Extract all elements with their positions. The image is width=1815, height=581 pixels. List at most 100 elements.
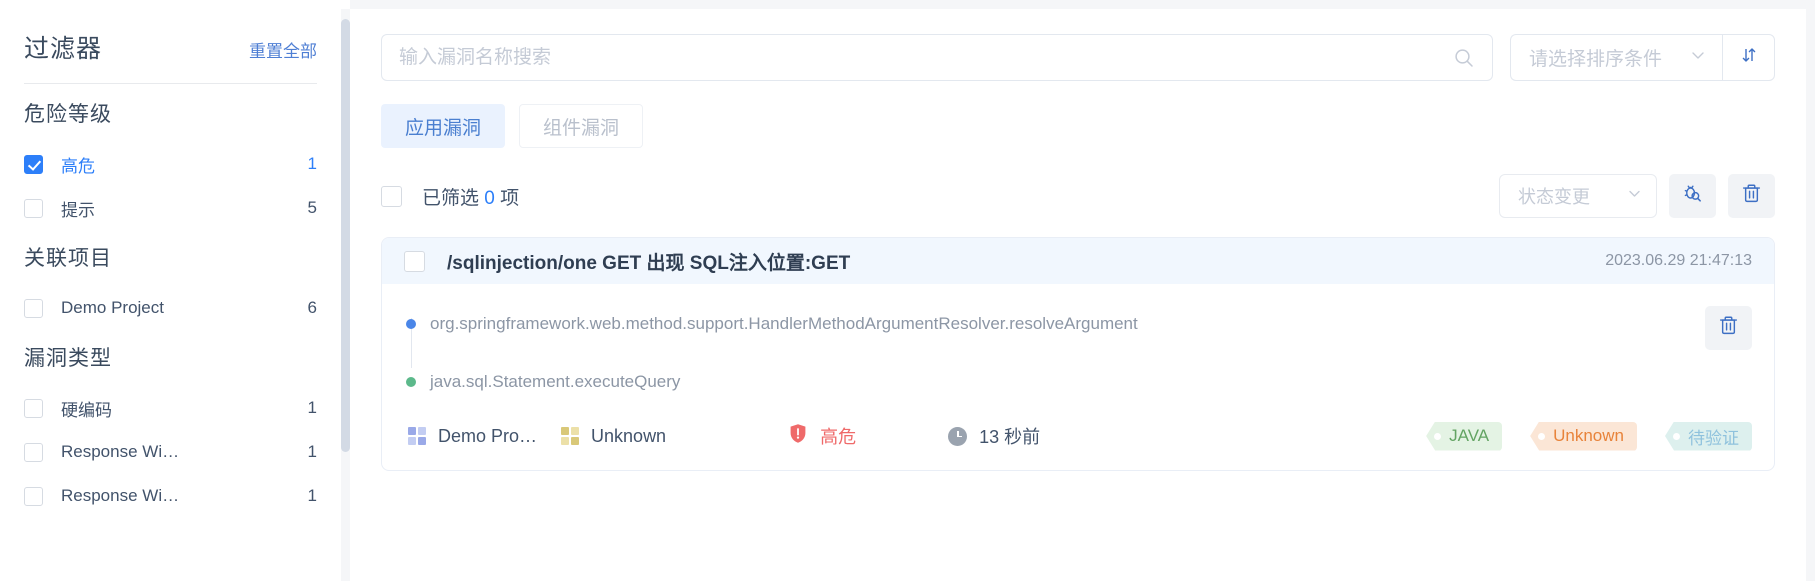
header-divider <box>24 83 317 84</box>
filtered-count-value: 0 <box>484 187 495 209</box>
filter-sidebar: 过滤器 重置全部 危险等级 高危 1 提示 5 关联项目 Demo Projec… <box>0 9 341 581</box>
search-icon <box>1453 47 1475 69</box>
sort-order-button[interactable] <box>1722 34 1775 81</box>
grid-icon <box>561 427 580 445</box>
filter-item-info[interactable]: 提示 5 <box>24 188 317 228</box>
vulnerability-meta-row: Demo Pro… Unknown 高危 13 秒前 JAVA Unknown … <box>406 420 1752 452</box>
tab-app-vulnerability[interactable]: 应用漏洞 <box>381 104 506 148</box>
sort-updown-icon <box>1739 45 1759 70</box>
filter-group-title-severity: 危险等级 <box>24 103 112 126</box>
bulk-delete-button[interactable] <box>1728 174 1775 218</box>
filter-item-high-risk[interactable]: 高危 1 <box>24 144 317 184</box>
main-content: 请选择排序条件 <box>350 9 1806 581</box>
meta-severity-label: 高危 <box>820 427 857 447</box>
trace-source-dot <box>406 319 416 329</box>
app-root: 过滤器 重置全部 危险等级 高危 1 提示 5 关联项目 Demo Projec… <box>0 0 1815 581</box>
filter-item-count: 6 <box>307 298 317 317</box>
filter-item-response-1[interactable]: Response Wi… 1 <box>24 432 317 472</box>
trash-icon <box>1740 182 1763 210</box>
checkbox-info[interactable] <box>24 198 43 218</box>
filter-item-label: Response Wi… <box>61 442 180 461</box>
filter-item-hardcode[interactable]: 硬编码 1 <box>24 388 317 428</box>
sidebar-container: 过滤器 重置全部 危险等级 高危 1 提示 5 关联项目 Demo Projec… <box>0 0 350 581</box>
vulnerability-card-header: /sqlinjection/one GET 出现 SQL注入位置:GET 202… <box>382 238 1774 284</box>
clock-icon <box>948 426 968 446</box>
trash-icon <box>1717 314 1740 342</box>
filter-item-count: 5 <box>307 198 317 217</box>
stack-trace-text: org.springframework.web.method.support.H… <box>430 314 1138 333</box>
stack-trace-list: org.springframework.web.method.support.H… <box>406 306 1752 400</box>
tag-language: JAVA <box>1426 421 1503 451</box>
vulnerability-timestamp: 2023.06.29 21:47:13 <box>1605 252 1752 269</box>
filter-item-count: 1 <box>307 398 317 417</box>
checkbox-high-risk[interactable] <box>24 154 43 174</box>
sort-condition-select[interactable]: 请选择排序条件 <box>1510 34 1722 81</box>
checkbox-hardcode[interactable] <box>24 398 43 418</box>
tab-component-vulnerability[interactable]: 组件漏洞 <box>519 104 644 148</box>
search-input[interactable] <box>399 46 1453 69</box>
filter-item-label: 高危 <box>61 156 95 176</box>
rescan-button[interactable] <box>1669 174 1716 218</box>
right-margin <box>1806 0 1815 581</box>
stack-trace-item: java.sql.Statement.executeQuery <box>406 364 1752 400</box>
tag-dot <box>1673 432 1680 440</box>
filtered-suffix: 项 <box>494 187 520 209</box>
filter-item-response-2[interactable]: Response Wi… 1 <box>24 476 317 516</box>
filter-item-count: 1 <box>307 442 317 461</box>
grid-icon <box>408 427 426 445</box>
meta-project: Demo Pro… <box>408 426 537 447</box>
search-box[interactable] <box>381 34 1493 81</box>
filter-item-label: Demo Project <box>61 298 164 317</box>
filter-item-label: 硬编码 <box>61 400 112 420</box>
filter-header: 过滤器 重置全部 <box>24 29 317 83</box>
bug-search-icon <box>1681 182 1704 210</box>
filter-group-title-project: 关联项目 <box>24 247 112 270</box>
toolbar: 请选择排序条件 <box>381 34 1775 81</box>
select-all-checkbox[interactable] <box>381 185 402 207</box>
tag-list: JAVA Unknown 待验证 <box>1426 421 1752 451</box>
main-panel: 请选择排序条件 <box>350 0 1806 581</box>
tag-dot <box>1434 432 1442 440</box>
vulnerability-card[interactable]: /sqlinjection/one GET 出现 SQL注入位置:GET 202… <box>381 237 1775 471</box>
filter-item-label: 提示 <box>61 200 95 220</box>
tag-label: JAVA <box>1449 426 1490 445</box>
filter-group-title-vuln-type: 漏洞类型 <box>24 347 112 370</box>
sidebar-scrollbar-thumb[interactable] <box>341 19 350 452</box>
checkbox-demo-project[interactable] <box>24 298 43 318</box>
trace-sink-dot <box>406 377 416 387</box>
tab-bar: 应用漏洞 组件漏洞 <box>381 104 1775 148</box>
filter-item-label: Response Wi… <box>61 486 180 505</box>
filtered-count-text: 已筛选 0 项 <box>422 183 519 210</box>
meta-time-ago-label: 13 秒前 <box>979 427 1041 447</box>
checkbox-response-2[interactable] <box>24 486 43 506</box>
vulnerability-delete-button[interactable] <box>1705 306 1752 350</box>
status-change-label: 状态变更 <box>1518 187 1590 207</box>
filtered-prefix: 已筛选 <box>422 187 485 209</box>
tag-status: 待验证 <box>1665 421 1752 451</box>
filter-item-count: 1 <box>307 486 317 505</box>
page-title: 过滤器 <box>24 35 103 63</box>
tag-dot <box>1538 432 1546 440</box>
status-change-select[interactable]: 状态变更 <box>1499 174 1657 218</box>
vulnerability-card-body: org.springframework.web.method.support.H… <box>382 284 1774 470</box>
stack-trace-text: java.sql.Statement.executeQuery <box>430 372 681 391</box>
bulk-actions: 状态变更 <box>1499 174 1775 218</box>
meta-time-ago: 13 秒前 <box>948 423 1040 449</box>
meta-component-label: Unknown <box>591 425 667 446</box>
sort-condition-label: 请选择排序条件 <box>1529 49 1663 70</box>
tag-label: 待验证 <box>1688 428 1739 448</box>
stack-trace-item: org.springframework.web.method.support.H… <box>406 306 1752 342</box>
chevron-down-icon <box>1626 185 1643 207</box>
checkbox-response-1[interactable] <box>24 442 43 462</box>
reset-all-link[interactable]: 重置全部 <box>249 37 317 62</box>
vulnerability-checkbox[interactable] <box>404 250 425 272</box>
shield-alert-icon <box>788 423 808 449</box>
tag-label: Unknown <box>1553 426 1624 445</box>
bulk-action-row: 已筛选 0 项 状态变更 <box>381 173 1775 219</box>
filter-item-demo-project[interactable]: Demo Project 6 <box>24 288 317 328</box>
sort-controls: 请选择排序条件 <box>1510 34 1775 81</box>
meta-component: Unknown <box>561 426 666 447</box>
tag-component: Unknown <box>1530 421 1637 451</box>
chevron-down-icon <box>1689 46 1707 69</box>
filter-item-count: 1 <box>307 154 317 173</box>
